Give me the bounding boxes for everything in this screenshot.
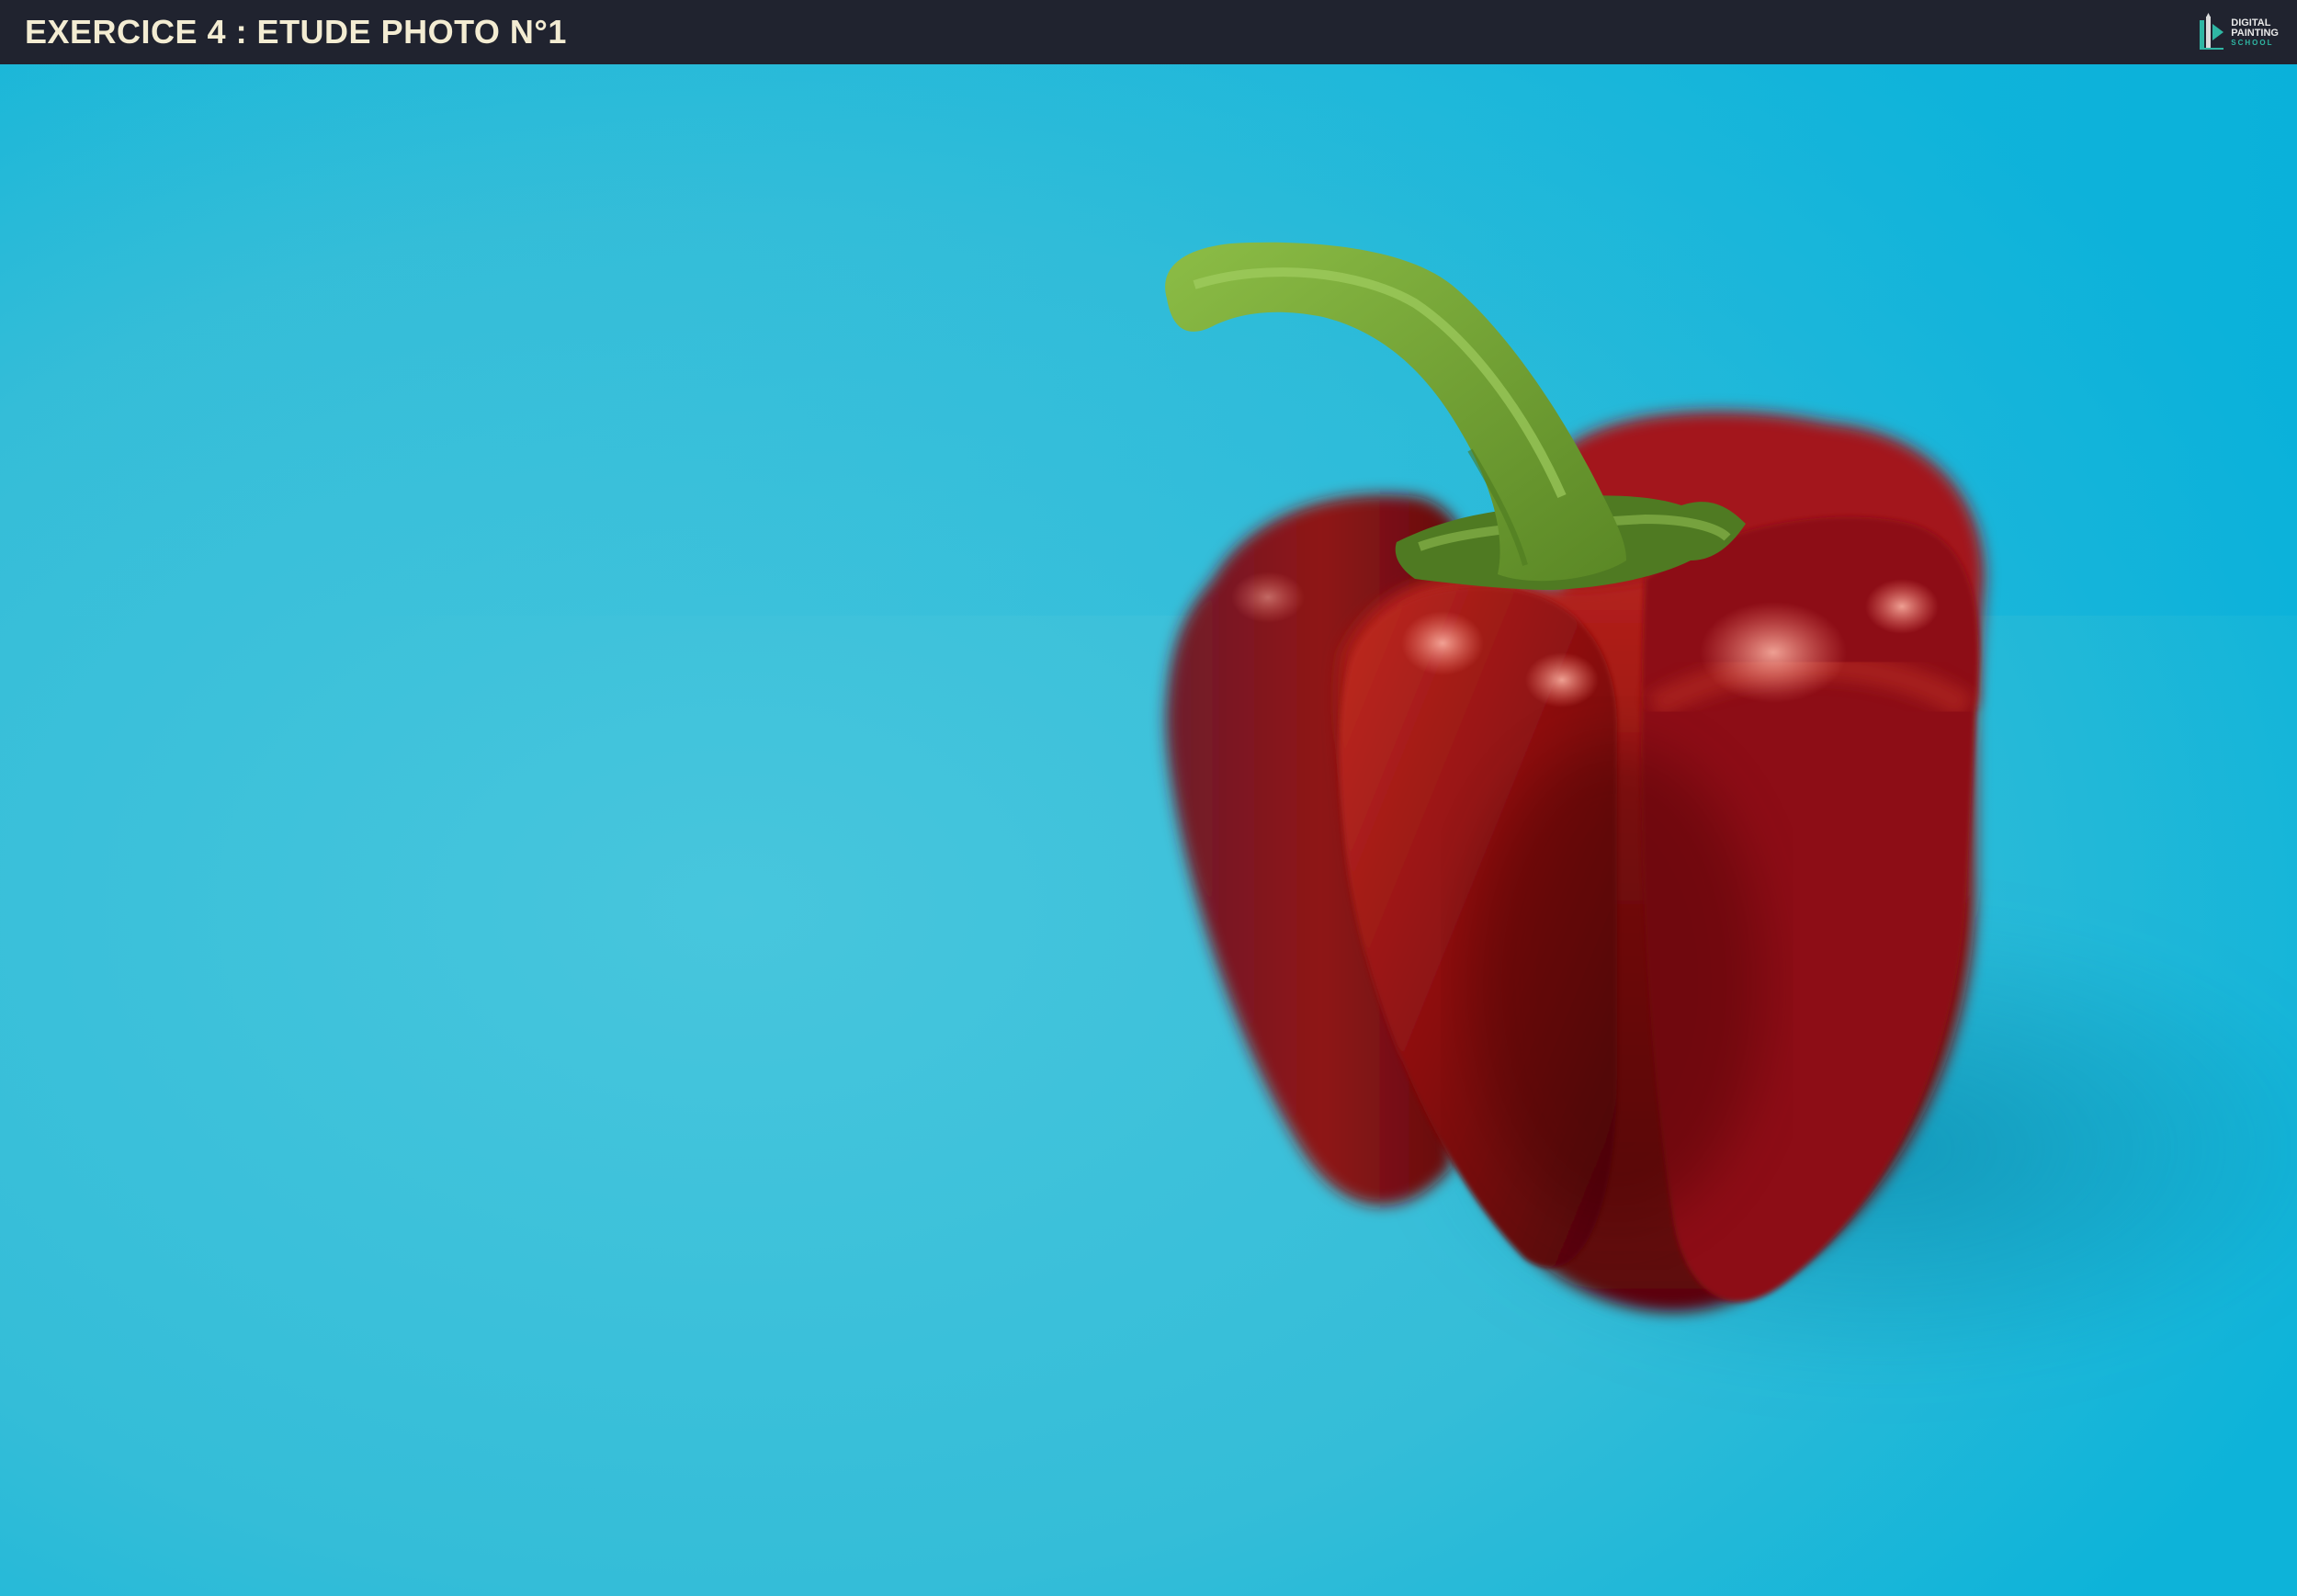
logo-line-painting: PAINTING [2231, 27, 2279, 39]
page-title: EXERCICE 4 : ETUDE PHOTO N°1 [25, 13, 567, 51]
logo: DIGITAL PAINTING SCHOOL [2198, 9, 2279, 55]
pepper-photo [0, 64, 2297, 1596]
page: EXERCICE 4 : ETUDE PHOTO N°1 DIGITAL PAI… [0, 0, 2297, 1596]
logo-line-digital: DIGITAL [2231, 17, 2271, 28]
logo-text: DIGITAL PAINTING SCHOOL [2231, 17, 2279, 47]
header-bar: EXERCICE 4 : ETUDE PHOTO N°1 DIGITAL PAI… [0, 0, 2297, 64]
pepper-illustration [0, 64, 2297, 1596]
digital-painting-school-logo-icon [2200, 13, 2224, 50]
logo-line-school: SCHOOL [2231, 38, 2274, 47]
